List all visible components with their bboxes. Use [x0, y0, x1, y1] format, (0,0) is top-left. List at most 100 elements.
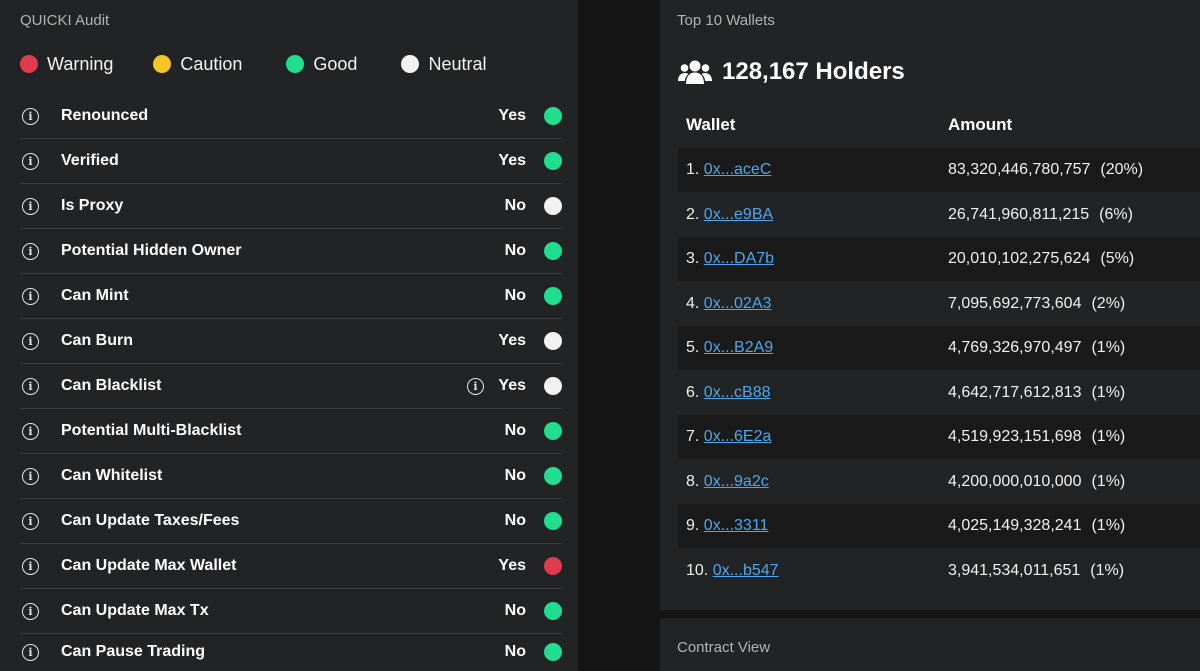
legend-item-warning: Warning [20, 54, 113, 75]
wallet-rank: 8. [686, 472, 700, 490]
wallet-address-link[interactable]: 0x...6E2a [704, 428, 772, 445]
legend-label: Caution [180, 53, 243, 74]
users-icon [678, 60, 712, 84]
caution-dot-icon [153, 55, 172, 73]
audit-row: i Can Update Max Wallet Yes [20, 544, 562, 589]
column-header-amount: Amount [948, 115, 1013, 134]
info-icon[interactable]: i [22, 332, 39, 350]
wallet-address-link[interactable]: 0x...02A3 [704, 295, 772, 312]
status-dot-icon [544, 377, 562, 395]
status-dot-icon [544, 557, 562, 575]
wallet-address-link[interactable]: 0x...DA7b [704, 250, 774, 267]
audit-row: i Can Update Taxes/Fees No [20, 499, 562, 544]
info-icon[interactable]: i [22, 557, 39, 575]
wallet-address-link[interactable]: 0x...aceC [704, 161, 772, 178]
wallet-amount: 4,769,326,970,497 [948, 339, 1082, 356]
status-dot-icon [544, 242, 562, 260]
holders-count: 128,167 Holders [678, 58, 905, 86]
amount-cell: 26,741,960,811,215 (6%) [948, 206, 1133, 224]
wallet-amount: 3,941,534,011,651 [948, 561, 1081, 579]
wallets-table-header: Wallet Amount [678, 102, 1200, 148]
good-dot-icon [286, 55, 305, 73]
info-icon[interactable]: i [22, 602, 39, 620]
audit-row-value: Yes [498, 152, 526, 169]
wallets-table-body: 1. 0x...aceC 83,320,446,780,757 (20%) 2. 0x… [678, 148, 1200, 593]
top-wallets-panel: Top 10 Wallets 128,167 Holders Wallet Am… [660, 0, 1200, 610]
info-icon[interactable]: i [22, 107, 39, 125]
audit-panel: QUICKI Audit Warning Caution Good Neutra… [0, 0, 578, 671]
wallet-percent: (5%) [1100, 250, 1135, 267]
audit-row-value: No [504, 197, 526, 214]
audit-row-value: No [504, 287, 526, 304]
status-dot-icon [544, 467, 562, 485]
neutral-dot-icon [401, 55, 420, 73]
wallet-row: 4. 0x...02A3 7,095,692,773,604 (2%) [678, 281, 1200, 326]
wallet-row: 9. 0x...3311 4,025,149,328,241 (1%) [678, 504, 1200, 548]
status-dot-icon [544, 332, 562, 350]
status-legend: Warning Caution Good Neutral [20, 52, 520, 76]
wallet-cell: 5. 0x...B2A9 [686, 339, 948, 357]
wallet-percent: (1%) [1091, 517, 1126, 534]
info-icon[interactable]: i [22, 152, 39, 170]
info-icon[interactable]: i [467, 377, 484, 395]
info-icon[interactable]: i [22, 422, 39, 440]
audit-row: i Can Mint No [20, 274, 562, 319]
info-icon[interactable]: i [22, 512, 39, 530]
wallet-rank: 9. [686, 517, 700, 534]
wallet-row: 10. 0x...b547 3,941,534,011,651 (1%) [678, 548, 1200, 593]
column-header-wallet: Wallet [686, 115, 736, 134]
wallets-table: Wallet Amount 1. 0x...aceC 83,320,446,780… [678, 102, 1200, 593]
contract-view-title: Contract View [677, 639, 771, 656]
amount-cell: 83,320,446,780,757 (20%) [948, 161, 1143, 179]
info-icon[interactable]: i [22, 287, 39, 305]
wallet-cell: 4. 0x...02A3 [686, 295, 948, 313]
audit-row-label: Is Proxy [61, 197, 124, 214]
audit-row-label: Can Burn [61, 332, 133, 349]
wallet-address-link[interactable]: 0x...9a2c [704, 473, 769, 490]
status-dot-icon [544, 107, 562, 125]
wallet-rank: 10. [686, 561, 709, 579]
wallet-amount: 20,010,102,275,624 [948, 250, 1091, 267]
info-icon[interactable]: i [22, 643, 39, 661]
amount-cell: 3,941,534,011,651 (1%) [948, 562, 1124, 580]
audit-row: i Renounced Yes [20, 94, 562, 139]
wallet-rank: 4. [686, 294, 700, 312]
wallet-percent: (20%) [1100, 161, 1144, 178]
audit-row-value: No [504, 467, 526, 484]
contract-view-panel: Contract View [660, 618, 1200, 671]
wallet-address-link[interactable]: 0x...3311 [704, 517, 769, 534]
wallet-rank: 6. [686, 383, 700, 401]
wallet-amount: 4,025,149,328,241 [948, 517, 1082, 534]
wallet-percent: (6%) [1099, 205, 1133, 223]
audit-row: i Potential Hidden Owner No [20, 229, 562, 274]
audit-row-label: Can Mint [61, 287, 129, 304]
wallet-rank: 5. [686, 339, 700, 356]
legend-label: Neutral [428, 53, 487, 74]
wallet-cell: 7. 0x...6E2a [686, 428, 948, 446]
wallet-address-link[interactable]: 0x...e9BA [704, 206, 773, 223]
status-dot-icon [544, 197, 562, 215]
audit-row: i Is Proxy No [20, 184, 562, 229]
wallet-row: 3. 0x...DA7b 20,010,102,275,624 (5%) [678, 237, 1200, 281]
wallet-cell: 2. 0x...e9BA [686, 206, 948, 224]
audit-row-value: No [504, 422, 526, 439]
info-icon[interactable]: i [22, 467, 39, 485]
info-icon[interactable]: i [22, 377, 39, 395]
wallet-percent: (1%) [1090, 561, 1125, 579]
wallet-percent: (2%) [1091, 294, 1126, 312]
info-icon[interactable]: i [22, 197, 39, 215]
wallet-address-link[interactable]: 0x...b547 [713, 562, 779, 579]
top-wallets-title: Top 10 Wallets [677, 12, 775, 29]
wallet-cell: 6. 0x...cB88 [686, 384, 948, 402]
wallet-amount: 4,642,717,612,813 [948, 383, 1082, 401]
wallet-address-link[interactable]: 0x...B2A9 [704, 339, 773, 356]
legend-label: Good [313, 53, 358, 74]
wallet-percent: (1%) [1091, 472, 1126, 490]
wallet-row: 7. 0x...6E2a 4,519,923,151,698 (1%) [678, 415, 1200, 459]
wallet-address-link[interactable]: 0x...cB88 [704, 384, 771, 401]
wallet-rank: 1. [686, 161, 700, 178]
audit-row-label: Renounced [61, 107, 149, 124]
info-icon[interactable]: i [22, 242, 39, 260]
warning-dot-icon [20, 55, 38, 73]
wallet-row: 6. 0x...cB88 4,642,717,612,813 (1%) [678, 370, 1200, 415]
